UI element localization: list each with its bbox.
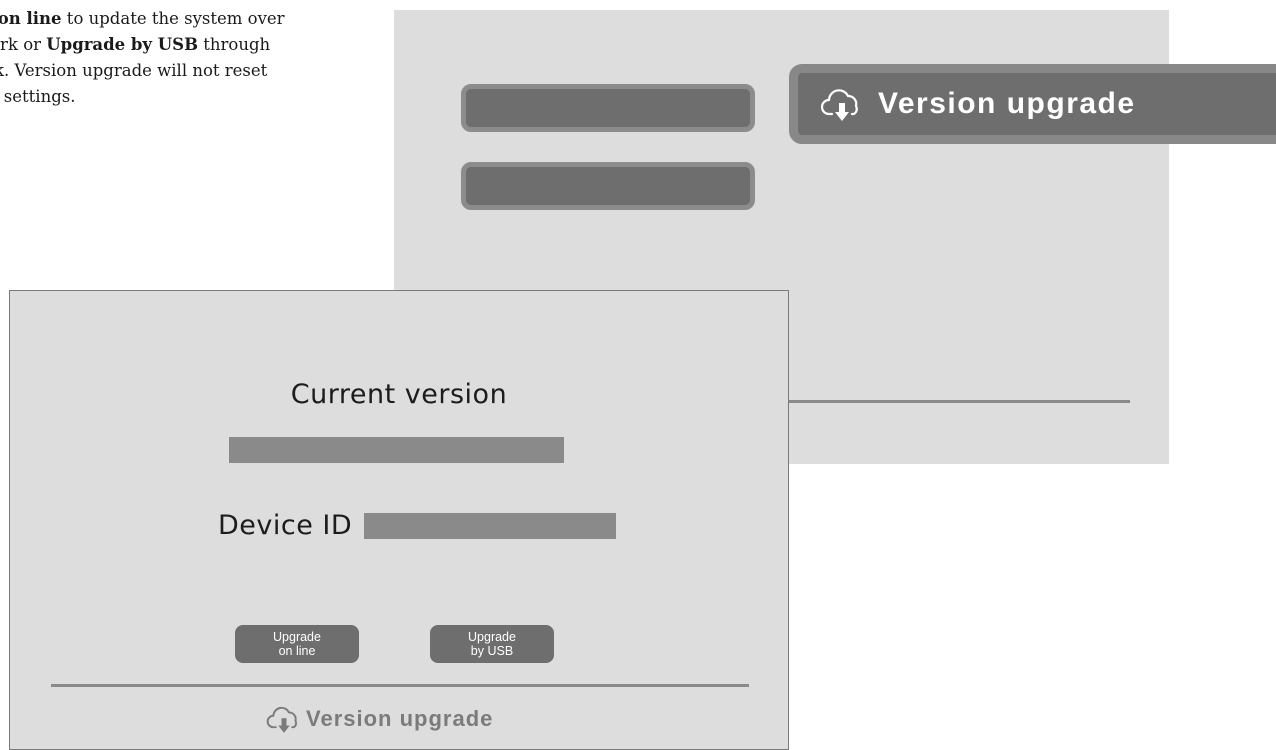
instruction-text: de on line to update the system over wor… <box>0 6 360 110</box>
current-version-value <box>229 437 564 463</box>
cloud-download-icon <box>820 89 858 121</box>
upgrade-online-button[interactable]: Upgrade on line <box>235 625 359 663</box>
menu-item-version-upgrade-label: Version upgrade <box>878 87 1136 120</box>
current-version-label: Current version <box>290 379 508 410</box>
device-id-value <box>364 512 617 539</box>
version-upgrade-screen: Current version Device ID Upgrade on lin… <box>9 290 789 750</box>
instruction-line-2: work or Upgrade by USB through <box>0 35 271 54</box>
menu-item-1[interactable] <box>461 84 755 132</box>
footer-divider <box>51 684 749 687</box>
upgrade-usb-label-1: Upgrade <box>468 630 516 644</box>
device-id-label: Device ID <box>218 510 353 541</box>
instruction-line-3: k. Version upgrade will not reset <box>0 61 268 80</box>
instruction-line-1: de on line to update the system over <box>0 9 285 28</box>
menu-divider <box>789 400 1130 403</box>
footer-title: Version upgrade <box>266 702 493 736</box>
menu-item-version-upgrade[interactable]: Version upgrade <box>789 64 1276 144</box>
upgrade-online-label-1: Upgrade <box>273 630 321 644</box>
upgrade-usb-button[interactable]: Upgrade by USB <box>430 625 554 663</box>
device-id-row: Device ID <box>218 510 617 541</box>
upgrade-online-label-2: on line <box>278 644 316 658</box>
menu-item-2[interactable] <box>461 162 755 210</box>
instruction-line-4: on settings. <box>0 87 76 106</box>
footer-title-label: Version upgrade <box>306 706 494 731</box>
upgrade-usb-label-2: by USB <box>470 644 514 658</box>
cloud-download-icon <box>266 706 298 733</box>
